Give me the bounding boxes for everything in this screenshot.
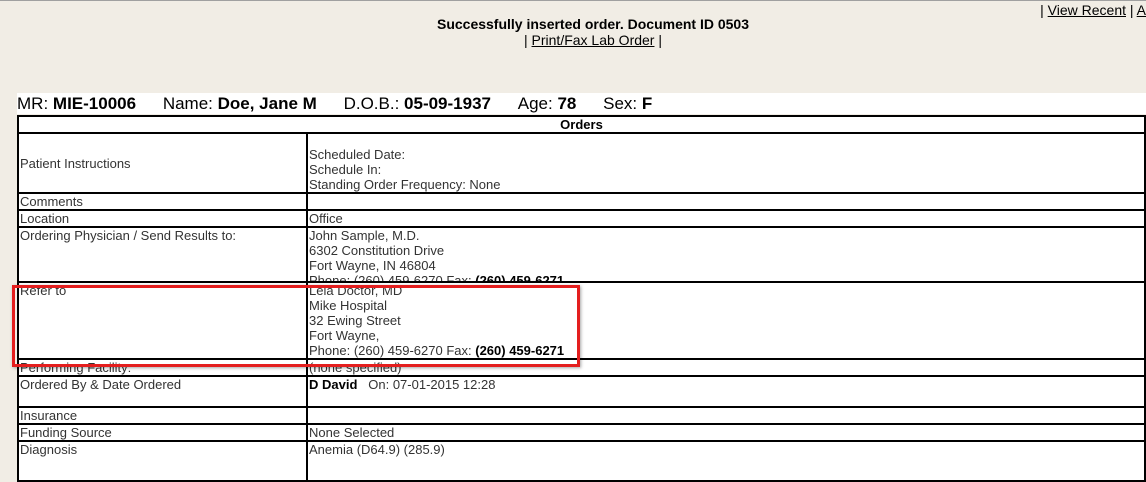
ordered-date: On: 07-01-2015 12:28: [368, 377, 496, 392]
refer-to-highlight-box: [12, 285, 580, 367]
patient-instructions-value: Scheduled Date: Schedule In: Standing Or…: [306, 132, 1146, 194]
ordered-by-name: D David: [309, 377, 358, 392]
ordered-by-value: D David On: 07-01-2015 12:28: [306, 375, 1146, 408]
top-divider: [0, 0, 1146, 1]
standing-order-frequency: Standing Order Frequency: None: [309, 177, 501, 192]
ordering-physician-label: Ordering Physician / Send Results to:: [17, 226, 308, 283]
ordering-physician-phone: Phone: (260) 459-6270 Fax: (260) 459-627…: [309, 273, 1143, 281]
dob-value: 05-09-1937: [404, 94, 491, 113]
insurance-value: [306, 406, 1146, 425]
name-value: Doe, Jane M: [217, 94, 317, 113]
ordered-by-label: Ordered By & Date Ordered: [17, 375, 308, 408]
mr-value: MIE-10006: [52, 94, 137, 113]
diagnosis-label: Diagnosis: [17, 440, 308, 482]
sex-value: F: [641, 94, 653, 113]
success-message: Successfully inserted order. Document ID…: [436, 16, 749, 32]
age-value: 78: [557, 94, 577, 113]
funding-source-label: Funding Source: [17, 423, 308, 442]
location-value: Office: [306, 209, 1146, 228]
age-label: Age:: [517, 94, 553, 113]
diagnosis-value: Anemia (D64.9) (285.9): [306, 440, 1146, 482]
ordering-physician-address2: Fort Wayne, IN 46804: [309, 258, 436, 273]
name-label: Name:: [162, 94, 213, 113]
ordering-physician-fax: (260) 459-6271: [475, 273, 565, 281]
orders-title: Orders: [17, 115, 1146, 134]
scheduled-date: Scheduled Date:: [309, 147, 406, 162]
comments-label: Comments: [17, 192, 308, 211]
dob-label: D.O.B.:: [343, 94, 400, 113]
ordering-physician-address1: 6302 Constitution Drive: [309, 243, 445, 258]
schedule-in: Schedule In:: [309, 162, 382, 177]
funding-source-value: None Selected: [306, 423, 1146, 442]
comments-value: [306, 192, 1146, 211]
mr-label: MR:: [17, 94, 49, 113]
ordering-physician-name: John Sample, M.D.: [309, 228, 420, 243]
print-fax-lab-order-link[interactable]: Print/Fax Lab Order: [532, 32, 655, 48]
ordering-physician-value: John Sample, M.D. 6302 Constitution Driv…: [306, 226, 1146, 283]
location-label: Location: [17, 209, 308, 228]
patient-header: MR: MIE-10006 Name: Doe, Jane M D.O.B.: …: [17, 93, 1146, 114]
print-link-row: | Print/Fax Lab Order |: [524, 32, 662, 48]
sex-label: Sex:: [603, 94, 638, 113]
patient-instructions-label: Patient Instructions: [17, 132, 308, 194]
insurance-label: Insurance: [17, 406, 308, 425]
